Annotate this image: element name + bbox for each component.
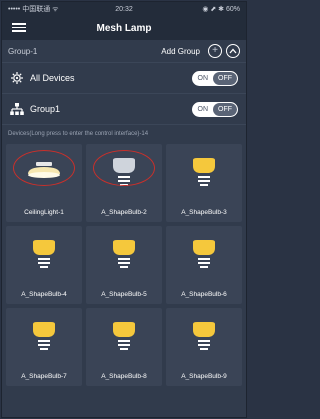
highlight-circle xyxy=(93,150,155,186)
title-bar: Mesh Lamp xyxy=(2,16,246,40)
bulb-icon xyxy=(113,240,135,268)
carrier-signal: ••••• 中国联通 ᯤ xyxy=(8,6,59,13)
group-header: Group-1 Add Group + xyxy=(2,40,246,62)
all-devices-off-button[interactable]: OFF xyxy=(213,71,237,85)
group1-label: Group1 xyxy=(30,104,61,114)
device-tile[interactable]: A_ShapeBulb-2 xyxy=(86,144,162,222)
group1-on-button[interactable]: ON xyxy=(193,103,214,116)
device-name: A_ShapeBulb-3 xyxy=(181,209,227,216)
all-devices-on-button[interactable]: ON xyxy=(193,72,214,85)
device-name: CeilingLight-1 xyxy=(24,209,64,216)
device-name: A_ShapeBulb-2 xyxy=(101,209,147,216)
group1-toggle: ON OFF xyxy=(191,101,238,117)
plus-circle-icon[interactable]: + xyxy=(208,44,222,58)
bulb-icon xyxy=(33,240,55,268)
bulb-icon xyxy=(33,322,55,350)
devices-hint: Devices(Long press to enter the control … xyxy=(2,124,246,142)
gear-cluster-icon xyxy=(11,72,23,84)
device-name: A_ShapeBulb-8 xyxy=(101,373,147,380)
network-icon xyxy=(10,103,24,115)
bulb-icon xyxy=(193,158,215,186)
device-tile[interactable]: A_ShapeBulb-4 xyxy=(6,226,82,304)
device-tile[interactable]: A_ShapeBulb-5 xyxy=(86,226,162,304)
battery-indicator: ◉ ⬈ ✱ 60% xyxy=(202,6,240,13)
all-devices-toggle: ON OFF xyxy=(191,70,238,86)
bulb-icon xyxy=(193,240,215,268)
current-group-label: Group-1 xyxy=(8,46,38,56)
menu-icon[interactable] xyxy=(12,21,26,35)
device-tile[interactable]: CeilingLight-1 xyxy=(6,144,82,222)
bulb-icon xyxy=(193,322,215,350)
device-name: A_ShapeBulb-4 xyxy=(21,291,67,298)
add-group-label[interactable]: Add Group xyxy=(161,47,200,56)
device-grid: CeilingLight-1 A_ShapeBulb-2 A_ShapeBulb-3… xyxy=(2,142,246,386)
all-devices-row: All Devices ON OFF xyxy=(2,62,246,93)
group1-off-button[interactable]: OFF xyxy=(213,102,237,116)
chevron-up-circle-icon[interactable] xyxy=(226,44,240,58)
device-tile[interactable]: A_ShapeBulb-6 xyxy=(166,226,242,304)
page-title: Mesh Lamp xyxy=(96,22,152,34)
bulb-icon xyxy=(113,322,135,350)
status-bar: ••••• 中国联通 ᯤ 20:32 ◉ ⬈ ✱ 60% xyxy=(2,2,246,16)
highlight-circle xyxy=(13,150,75,186)
device-tile[interactable]: A_ShapeBulb-7 xyxy=(6,308,82,386)
all-devices-label: All Devices xyxy=(30,73,75,83)
group1-row: Group1 ON OFF xyxy=(2,93,246,124)
device-name: A_ShapeBulb-7 xyxy=(21,373,67,380)
device-tile[interactable]: A_ShapeBulb-3 xyxy=(166,144,242,222)
device-tile[interactable]: A_ShapeBulb-9 xyxy=(166,308,242,386)
device-name: A_ShapeBulb-5 xyxy=(101,291,147,298)
phone-screen: ••••• 中国联通 ᯤ 20:32 ◉ ⬈ ✱ 60% Mesh Lamp G… xyxy=(1,1,247,418)
device-name: A_ShapeBulb-9 xyxy=(181,373,227,380)
device-tile[interactable]: A_ShapeBulb-8 xyxy=(86,308,162,386)
device-name: A_ShapeBulb-6 xyxy=(181,291,227,298)
